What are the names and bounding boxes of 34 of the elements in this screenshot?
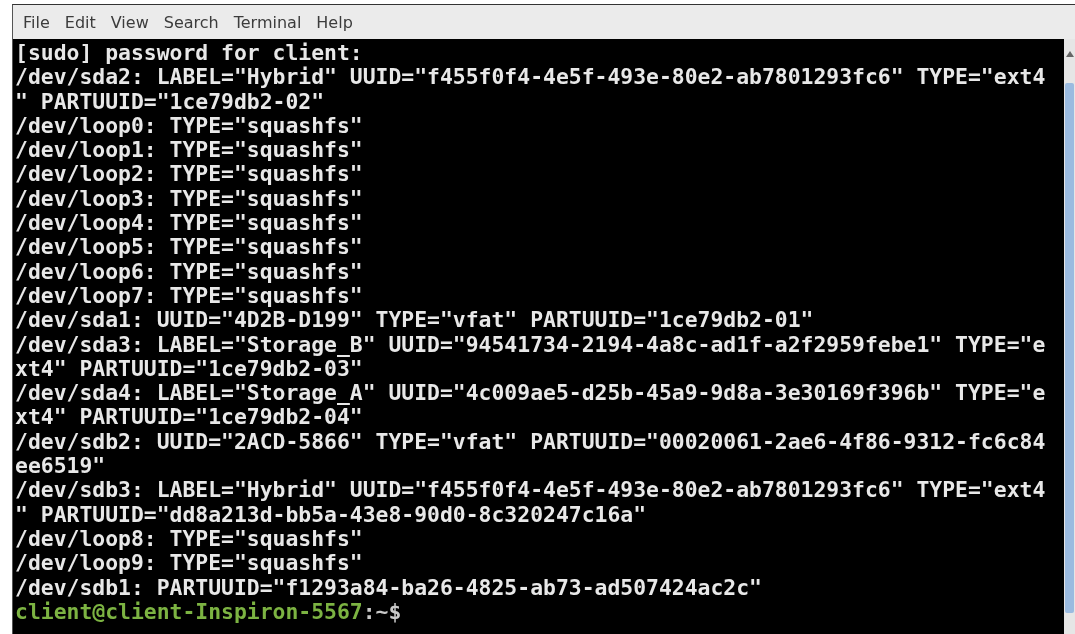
output-line: /dev/loop8: TYPE="squashfs" bbox=[15, 526, 364, 552]
output-line: /dev/sda4: LABEL="Storage_A" UUID="4c009ae5-d25b-45a9-9d8a-3e30169f396b" TYPE="e bbox=[15, 381, 1047, 406]
output-line: /dev/sdb2: UUID="2ACD-5866" TYPE="vfat" PARTUUID="00020061-2ae6-4f86-9312-fc6c84 bbox=[15, 429, 1047, 455]
output-line: /dev/loop9: TYPE="squashfs" bbox=[15, 551, 364, 576]
output-line: /dev/sda1: UUID="4D2B-D199" TYPE="vfat" PARTUUID="1ce79db2-01" bbox=[15, 308, 815, 333]
output-line: /dev/loop3: TYPE="squashfs" bbox=[15, 186, 364, 212]
output-line: /dev/loop6: TYPE="squashfs" bbox=[15, 259, 364, 284]
output-line: xt4" PARTUUID="1ce79db2-04" bbox=[15, 405, 363, 430]
output-line: [sudo] password for client: bbox=[15, 41, 364, 66]
scroll-up-arrow-icon[interactable] bbox=[1065, 51, 1074, 57]
output-line: /dev/loop1: TYPE="squashfs" bbox=[15, 138, 364, 163]
prompt-user-host: client@client-Inspiron-5567 bbox=[15, 598, 363, 624]
menu-item[interactable]: Edit bbox=[64, 12, 96, 32]
output-line: /dev/loop4: TYPE="squashfs" bbox=[15, 211, 364, 236]
output-line: /dev/sda3: LABEL="Storage_B" UUID="94541734-2194-4a8c-ad1f-a2f2959febe1" TYPE="e bbox=[15, 332, 1047, 357]
output-line: /dev/sdb3: LABEL="Hybrid" UUID="f455f0f4-4e5f-493e-80e2-ab7801293fc6" TYPE="ext4 bbox=[15, 478, 1047, 503]
menu-item[interactable]: View bbox=[110, 12, 149, 32]
output-line: /dev/loop7: TYPE="squashfs" bbox=[15, 283, 364, 309]
output-line: ee6519" bbox=[15, 454, 107, 479]
menu-item[interactable]: File bbox=[23, 12, 50, 32]
prompt-path: :~$ bbox=[362, 598, 402, 624]
output-line: /dev/loop0: TYPE="squashfs" bbox=[15, 113, 364, 139]
output-line: " PARTUUID="1ce79db2-02" bbox=[15, 89, 326, 114]
menu-item[interactable]: Search bbox=[163, 12, 219, 32]
output-line: /dev/sda2: LABEL="Hybrid" UUID="f455f0f4-4e5f-493e-80e2-ab7801293fc6" TYPE="ext4 bbox=[15, 65, 1047, 90]
scrollbar-thumb[interactable] bbox=[1065, 83, 1074, 613]
menu-item[interactable]: Terminal bbox=[233, 12, 302, 32]
output-line: " PARTUUID="dd8a213d-bb5a-43e8-90d0-8c320247c16a" bbox=[15, 502, 648, 527]
output-line: /dev/loop2: TYPE="squashfs" bbox=[15, 162, 364, 187]
menu-item[interactable]: Help bbox=[316, 12, 353, 32]
output-line: xt4" PARTUUID="1ce79db2-03" bbox=[15, 356, 363, 382]
output-line: /dev/loop5: TYPE="squashfs" bbox=[15, 235, 364, 260]
output-line: /dev/sdb1: PARTUUID="f1293a84-ba26-4825-ab73-ad507424ac2c" bbox=[15, 575, 763, 600]
scrollbar-track[interactable] bbox=[1064, 39, 1075, 634]
